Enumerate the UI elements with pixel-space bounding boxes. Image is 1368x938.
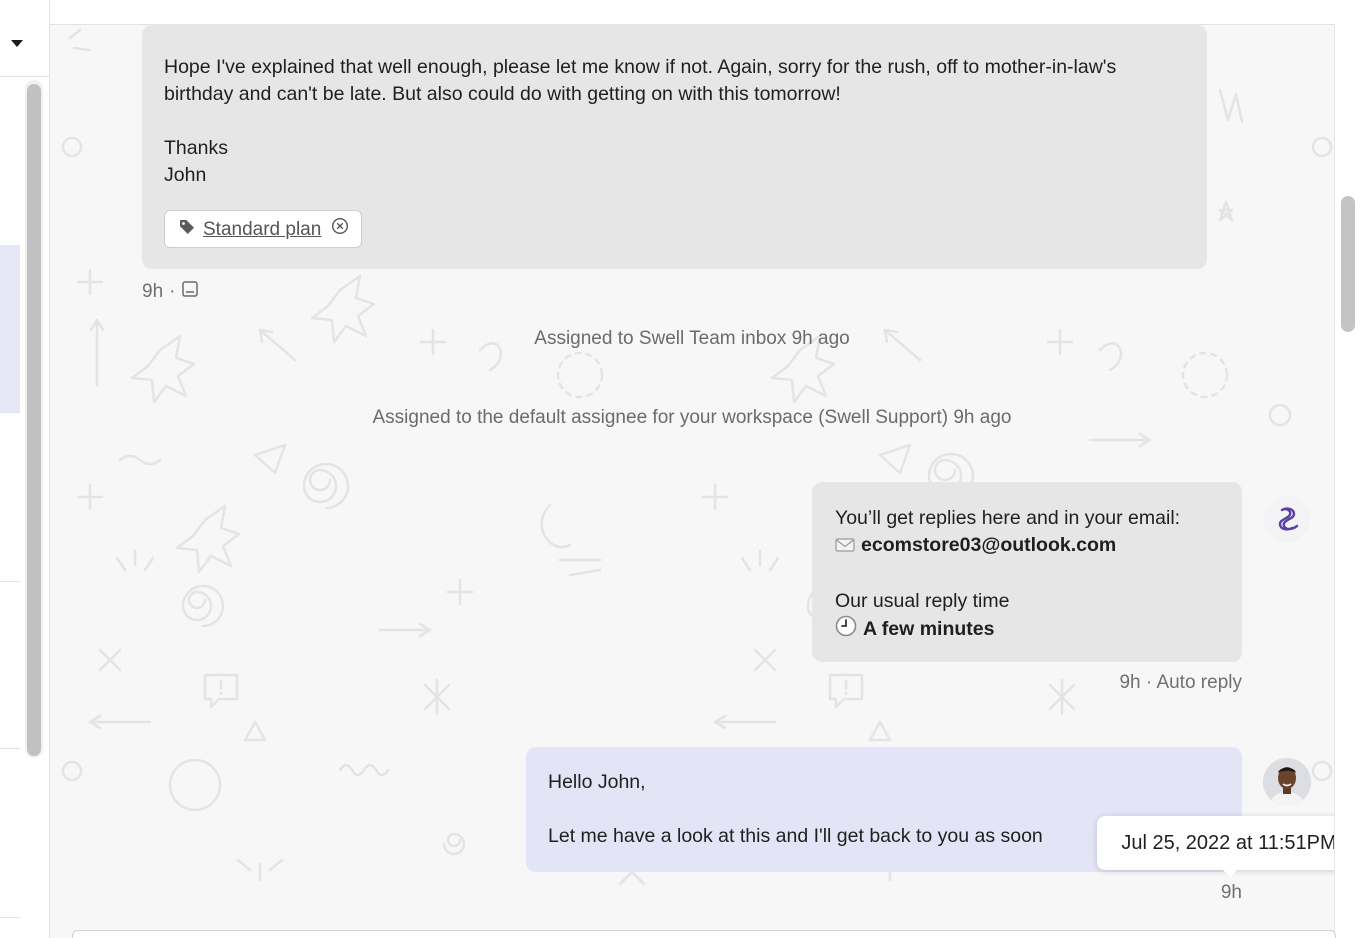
conversation-list-item-selected[interactable] [0, 245, 20, 412]
message-text: Thanks [164, 137, 228, 159]
conversation-scrollbar-thumb[interactable] [1341, 196, 1355, 332]
list-divider [0, 917, 20, 918]
timestamp-tooltip: Jul 25, 2022 at 11:51PM [1097, 816, 1361, 870]
meta-separator: · [169, 281, 176, 302]
swell-logo-icon [1264, 496, 1310, 542]
message-meta: 9h · [142, 280, 199, 304]
message-text: John [164, 164, 207, 186]
agent-avatar[interactable] [1263, 758, 1311, 806]
assignment-event: Assigned to the default assignee for you… [372, 407, 1012, 428]
scrollbar-track [1334, 24, 1368, 938]
clock-icon [835, 615, 857, 645]
conversation-list-item[interactable] [0, 749, 20, 916]
tag-icon [179, 216, 195, 243]
assignment-event: Assigned to Swell Team inbox 9h ago [534, 328, 850, 349]
conversation-view: Hope I've explained that well enough, pl… [50, 0, 1368, 938]
caret-down-icon [11, 40, 23, 47]
customer-email: ecomstore03@outlook.com [861, 534, 1117, 556]
remove-tag-icon[interactable] [331, 216, 349, 243]
customer-message-bubble: Hope I've explained that well enough, pl… [142, 25, 1207, 269]
note-icon[interactable] [181, 280, 199, 304]
message-timestamp[interactable]: 9h [142, 281, 163, 303]
reply-time-value: A few minutes [863, 618, 995, 640]
conversation-list-item[interactable] [0, 582, 20, 747]
message-text: Hello John, [548, 771, 646, 793]
envelope-icon [835, 534, 855, 561]
tooltip-arrow [1221, 868, 1239, 877]
tag-label[interactable]: Standard plan [203, 216, 321, 243]
reply-composer[interactable] [72, 930, 1336, 938]
auto-reply-meta: 9h · Auto reply [1119, 672, 1242, 693]
message-text [164, 108, 1184, 135]
conversation-tag-chip[interactable]: Standard plan [164, 210, 363, 248]
inbox-filter-dropdown[interactable] [0, 0, 49, 77]
list-scrollbar-thumb[interactable] [27, 84, 41, 756]
conversation-list-pane [0, 0, 50, 938]
conversation-list-item[interactable] [0, 413, 20, 580]
auto-reply-text: Our usual reply time [835, 590, 1010, 612]
conversation-header-bar [50, 0, 1368, 25]
auto-reply-bubble: You’ll get replies here and in your emai… [812, 482, 1242, 662]
message-text: Hope I've explained that well enough, pl… [164, 56, 1117, 105]
auto-reply-text: You’ll get replies here and in your emai… [835, 507, 1181, 529]
message-timestamp[interactable]: 9h [1190, 882, 1242, 904]
